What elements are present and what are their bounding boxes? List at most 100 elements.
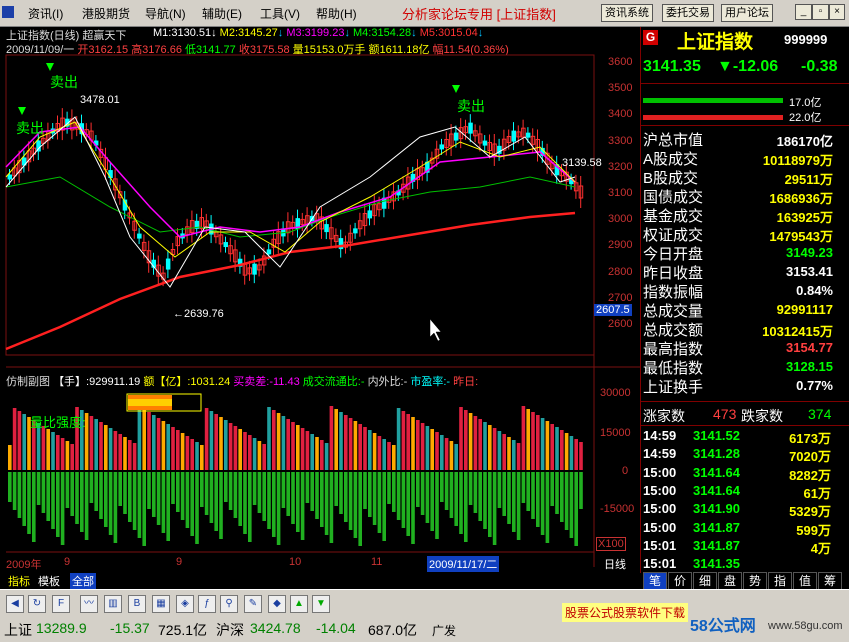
volume-bar-up	[200, 445, 204, 470]
period-label[interactable]: 日线	[604, 556, 626, 572]
up-arrow-icon[interactable]: ▲	[290, 595, 308, 613]
restore-icon[interactable]: ▫	[812, 4, 829, 20]
bookmark-icon[interactable]: ◈	[176, 595, 194, 613]
stat-row: 最高指数 3154.77	[643, 338, 833, 358]
down-arrow-icon[interactable]: ▼	[312, 595, 330, 613]
volume-bar-down	[305, 472, 310, 503]
kline-icon[interactable]: ▥	[104, 595, 122, 613]
volume-bar-down	[377, 472, 382, 533]
line-chart-icon[interactable]: 〰	[80, 595, 98, 613]
volume-bar-down	[324, 472, 329, 535]
zoom-icon[interactable]: ⚲	[220, 595, 238, 613]
volume-bar-up	[185, 436, 190, 470]
volume-bar-down	[252, 472, 257, 505]
flow-bar-green-label: 17.0亿	[789, 97, 822, 109]
volume-bar-up	[104, 425, 108, 470]
sz-amount: 687.0亿	[368, 622, 418, 638]
price-change: ▼-12.06	[717, 58, 779, 75]
volume-bar-up	[353, 421, 358, 470]
cursor-date-label: 2009/11/17/二	[427, 556, 500, 572]
volume-bar-down	[550, 472, 554, 506]
volume-bar-up	[488, 425, 492, 470]
bsi-icon[interactable]: B	[128, 595, 146, 613]
stat-label: 权证成交	[643, 227, 704, 244]
volume-bar-up	[536, 415, 540, 470]
volume-bar-up	[334, 409, 338, 470]
tab-all[interactable]: 全部	[70, 573, 96, 589]
volume-bar-down	[334, 472, 338, 506]
volume-bar-down	[440, 472, 444, 502]
volume-bar-down	[214, 472, 218, 531]
stat-label: 今日开盘	[643, 246, 704, 263]
menu-info[interactable]: 资讯(I)	[28, 5, 63, 22]
refresh-icon[interactable]: ↻	[28, 595, 46, 613]
candle-body	[353, 228, 358, 234]
menu-bar: 资讯(I) 港股期货 导航(N) 辅助(E) 工具(V) 帮助(H) 分析家论坛…	[0, 0, 849, 27]
volume-bar-down	[180, 472, 185, 520]
volume-bar-up	[132, 443, 137, 470]
volume-bar-down	[526, 472, 530, 511]
minimize-icon[interactable]: _	[795, 4, 812, 20]
tab-template[interactable]: 模板	[38, 573, 60, 589]
fall-count: 374	[808, 406, 832, 422]
sell-label-1: 卖出	[16, 120, 44, 136]
volume-bar-down	[84, 472, 89, 540]
volume-bar-up	[209, 411, 214, 470]
volume-bar-down	[228, 472, 233, 510]
info-system-button[interactable]: 资讯系统	[601, 4, 653, 22]
stat-label: 最高指数	[643, 341, 704, 358]
volume-bar-down	[65, 472, 70, 508]
back-icon[interactable]: ◀	[6, 595, 24, 613]
sub-hand: 【手】:929911.19	[53, 376, 141, 388]
trade-button[interactable]: 委托交易	[662, 4, 714, 22]
stat-row: A股成交 10118979万	[643, 148, 833, 168]
volume-bar-down	[320, 472, 324, 527]
draw-icon[interactable]: ✎	[244, 595, 262, 613]
volume-bar-down	[531, 472, 535, 519]
stat-label: 总成交量	[643, 303, 704, 320]
menu-assist[interactable]: 辅助(E)	[202, 5, 242, 22]
close-icon[interactable]: ×	[829, 4, 845, 20]
volume-bar-up	[60, 438, 65, 470]
grid-icon[interactable]: ▦	[152, 595, 170, 613]
chart-canvas	[5, 54, 640, 567]
volume-bar-up	[324, 443, 329, 470]
volume-bar-down	[521, 472, 526, 503]
price-tick-label: 3600	[608, 56, 633, 68]
volume-bar-down	[219, 472, 223, 539]
volume-bar-up	[195, 442, 199, 470]
tick-row: 15:01 3141.87 4万	[643, 538, 831, 557]
candle-body	[266, 249, 272, 255]
menu-help[interactable]: 帮助(H)	[316, 5, 357, 22]
sh-label: 上证	[4, 622, 32, 638]
diamond-icon[interactable]: ◆	[268, 595, 286, 613]
tick-time: 14:59	[643, 428, 677, 443]
sub-yesterday: 昨日:	[453, 376, 479, 388]
volume-bar-down	[267, 472, 271, 529]
volume-bar-down	[243, 472, 247, 534]
volume-bar-up	[248, 435, 252, 470]
forum-button[interactable]: 用户论坛	[721, 4, 773, 22]
fall-label: 跌家数	[741, 408, 783, 424]
sub-buy-sell: 买卖差:-11.43	[233, 376, 300, 388]
sh-change: -15.37	[110, 620, 150, 636]
volume-bar-up	[108, 428, 113, 470]
mouse-cursor-icon	[429, 318, 442, 342]
menu-tools[interactable]: 工具(V)	[260, 5, 300, 22]
ad-banner[interactable]: 股票公式股票软件下载	[562, 603, 689, 622]
volume-bar-up	[224, 420, 228, 470]
menu-hk-futures[interactable]: 港股期货	[82, 5, 130, 22]
kline-chart-area[interactable]: 上证指数(日线) 超赢天下 M1:3130.51↓ M2:3145.27↓ M3…	[0, 27, 640, 573]
volume-bar-up	[344, 415, 348, 470]
f10-icon[interactable]: F	[52, 595, 70, 613]
price-tick-label: 3400	[608, 108, 633, 121]
price-tick-label: 3300	[608, 134, 633, 147]
menu-navigate[interactable]: 导航(N)	[145, 5, 186, 22]
tab-indicator[interactable]: 指标	[8, 573, 30, 589]
stock-name: 上证指数	[677, 32, 754, 53]
price-tick-label: 3200	[608, 160, 633, 173]
sub-pe: 市盈率:-	[410, 376, 451, 388]
volume-bar-down	[468, 472, 473, 505]
formula-icon[interactable]: ƒ	[198, 595, 216, 613]
price-tick-label: 3500	[608, 82, 633, 95]
